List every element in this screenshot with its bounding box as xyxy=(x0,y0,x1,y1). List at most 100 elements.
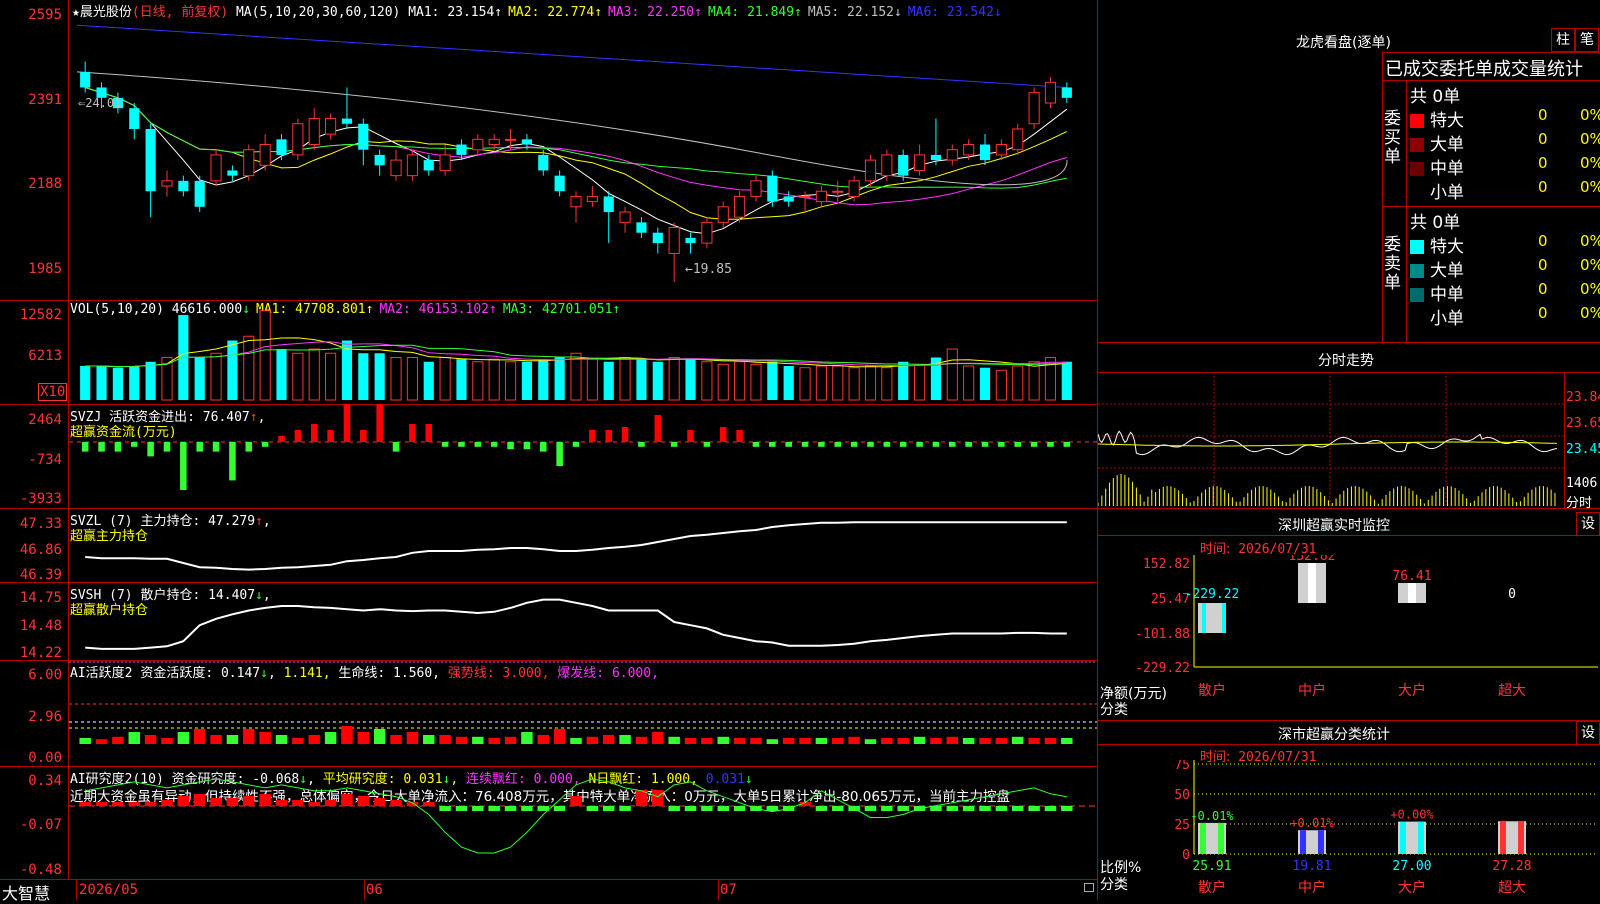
order-color-swatch xyxy=(1410,186,1424,200)
ai-activity-chart[interactable] xyxy=(69,660,1097,766)
research-bar xyxy=(373,798,386,806)
volume-bar xyxy=(145,361,156,400)
category-bar-edge xyxy=(1218,822,1224,854)
activity-bar xyxy=(439,735,451,744)
volume-tick: 12582 xyxy=(19,307,62,323)
volume-bar xyxy=(538,359,549,400)
svsh-tick: 14.22 xyxy=(19,645,62,661)
svzj-chart[interactable] xyxy=(69,404,1097,508)
activity-bar xyxy=(799,738,811,744)
candle xyxy=(783,196,794,202)
low-marker: ←19.85 xyxy=(685,262,732,277)
order-color-swatch xyxy=(1410,240,1424,254)
flow-bar xyxy=(180,442,187,490)
bar-view-button[interactable]: 柱 xyxy=(1551,28,1575,52)
realtime-bar-shine xyxy=(1408,583,1416,603)
flow-bar xyxy=(621,427,629,442)
activity-bar xyxy=(1012,736,1024,744)
candle xyxy=(538,154,549,171)
activity-bar xyxy=(406,732,419,744)
category-name: 超大 xyxy=(1498,880,1526,896)
candle xyxy=(554,175,565,192)
flow-bar xyxy=(654,415,662,442)
flow-bar xyxy=(474,442,482,447)
svsh-tick: 14.48 xyxy=(19,618,62,634)
activity-bar xyxy=(619,735,631,744)
category-bar-edge xyxy=(1200,822,1206,854)
svzl-tick: 46.86 xyxy=(19,542,62,558)
volume-bar xyxy=(668,357,680,401)
activity-bar xyxy=(455,736,468,744)
candle xyxy=(832,190,844,193)
category-change: -0.01% xyxy=(1190,809,1234,823)
svsh-chart[interactable] xyxy=(69,582,1097,660)
activity-bar xyxy=(832,738,844,744)
realtime-bar-chart[interactable]: 152.8225.47-101.88-229.22-229.22散户152.82… xyxy=(1098,555,1600,720)
svzl-chart[interactable] xyxy=(69,508,1097,582)
activity-bar xyxy=(292,738,304,744)
candle xyxy=(799,195,811,198)
order-count: 0 xyxy=(1538,130,1548,148)
realtime-xlabel: 分类 xyxy=(1100,702,1128,718)
holding-line xyxy=(85,521,1067,571)
candle xyxy=(946,149,958,161)
flow-bar xyxy=(998,442,1005,447)
candle xyxy=(472,138,484,151)
order-row: 中单 0 0% xyxy=(1410,154,1600,179)
category-value: 19.81 xyxy=(1292,859,1331,874)
flow-bar xyxy=(638,442,645,447)
volume-bar xyxy=(374,353,385,400)
candle xyxy=(881,154,893,177)
candle xyxy=(325,118,337,135)
volume-bar xyxy=(96,366,107,400)
volume-bar xyxy=(946,348,958,401)
longhu-title: 龙虎看盘(逐单) xyxy=(1296,35,1391,51)
intraday-chart[interactable] xyxy=(1098,372,1564,508)
flow-bar xyxy=(785,442,792,447)
svzj-tick: -734 xyxy=(28,452,62,468)
candlestick-chart[interactable] xyxy=(69,0,1097,300)
flow-bar xyxy=(458,442,465,447)
flow-bar xyxy=(981,442,989,447)
flow-bar xyxy=(523,442,531,450)
category-settings-button[interactable]: 设 xyxy=(1576,721,1600,745)
ai-research-chart[interactable] xyxy=(69,766,1097,879)
candle xyxy=(914,154,926,171)
volume-chart[interactable] xyxy=(69,300,1097,404)
volume-bar xyxy=(995,369,1007,401)
flow-bar xyxy=(834,442,842,447)
realtime-tick: 152.82 xyxy=(1143,557,1190,572)
category-value: 27.28 xyxy=(1492,859,1531,874)
research-bar xyxy=(815,806,828,811)
ai-activity-tick: 6.00 xyxy=(28,667,62,683)
lock-icon[interactable] xyxy=(1084,883,1094,892)
research-bar xyxy=(717,806,729,811)
volume-bar xyxy=(276,349,287,400)
order-count: 0 xyxy=(1538,256,1548,274)
volume-bar xyxy=(652,361,663,400)
research-bar xyxy=(832,806,844,811)
activity-bar xyxy=(259,732,271,744)
category-bar-edge xyxy=(1400,821,1406,854)
flow-bar xyxy=(147,442,154,457)
price-line xyxy=(1098,430,1558,456)
flow-bar xyxy=(949,442,956,447)
category-bar-chart[interactable]: 75 50 25 0 -0.01% 25.91 散户 +0.01% 19.81 中户 +0.00% 2… xyxy=(1098,760,1600,900)
candle xyxy=(276,139,287,155)
main-chart-area[interactable]: ★晨光股份(日线, 前复权) MA(5,10,20,30,60,120) MA1… xyxy=(0,0,1098,900)
activity-bar xyxy=(684,738,697,744)
buy-total: 共 0单 xyxy=(1410,87,1461,107)
category-bar-edge xyxy=(1500,821,1506,854)
research-bar xyxy=(733,806,746,811)
realtime-settings-button[interactable]: 设 xyxy=(1576,512,1600,536)
category-bar-edge xyxy=(1518,821,1524,854)
order-pct: 0% xyxy=(1580,304,1600,322)
research-bar xyxy=(766,806,779,811)
research-bar xyxy=(177,796,190,806)
volume-bar xyxy=(112,367,123,400)
tick-view-button[interactable]: 笔 xyxy=(1575,28,1599,52)
volume-bar xyxy=(1012,365,1024,401)
research-bar xyxy=(144,802,157,806)
research-bar xyxy=(504,806,517,811)
volume-bar xyxy=(325,352,337,401)
